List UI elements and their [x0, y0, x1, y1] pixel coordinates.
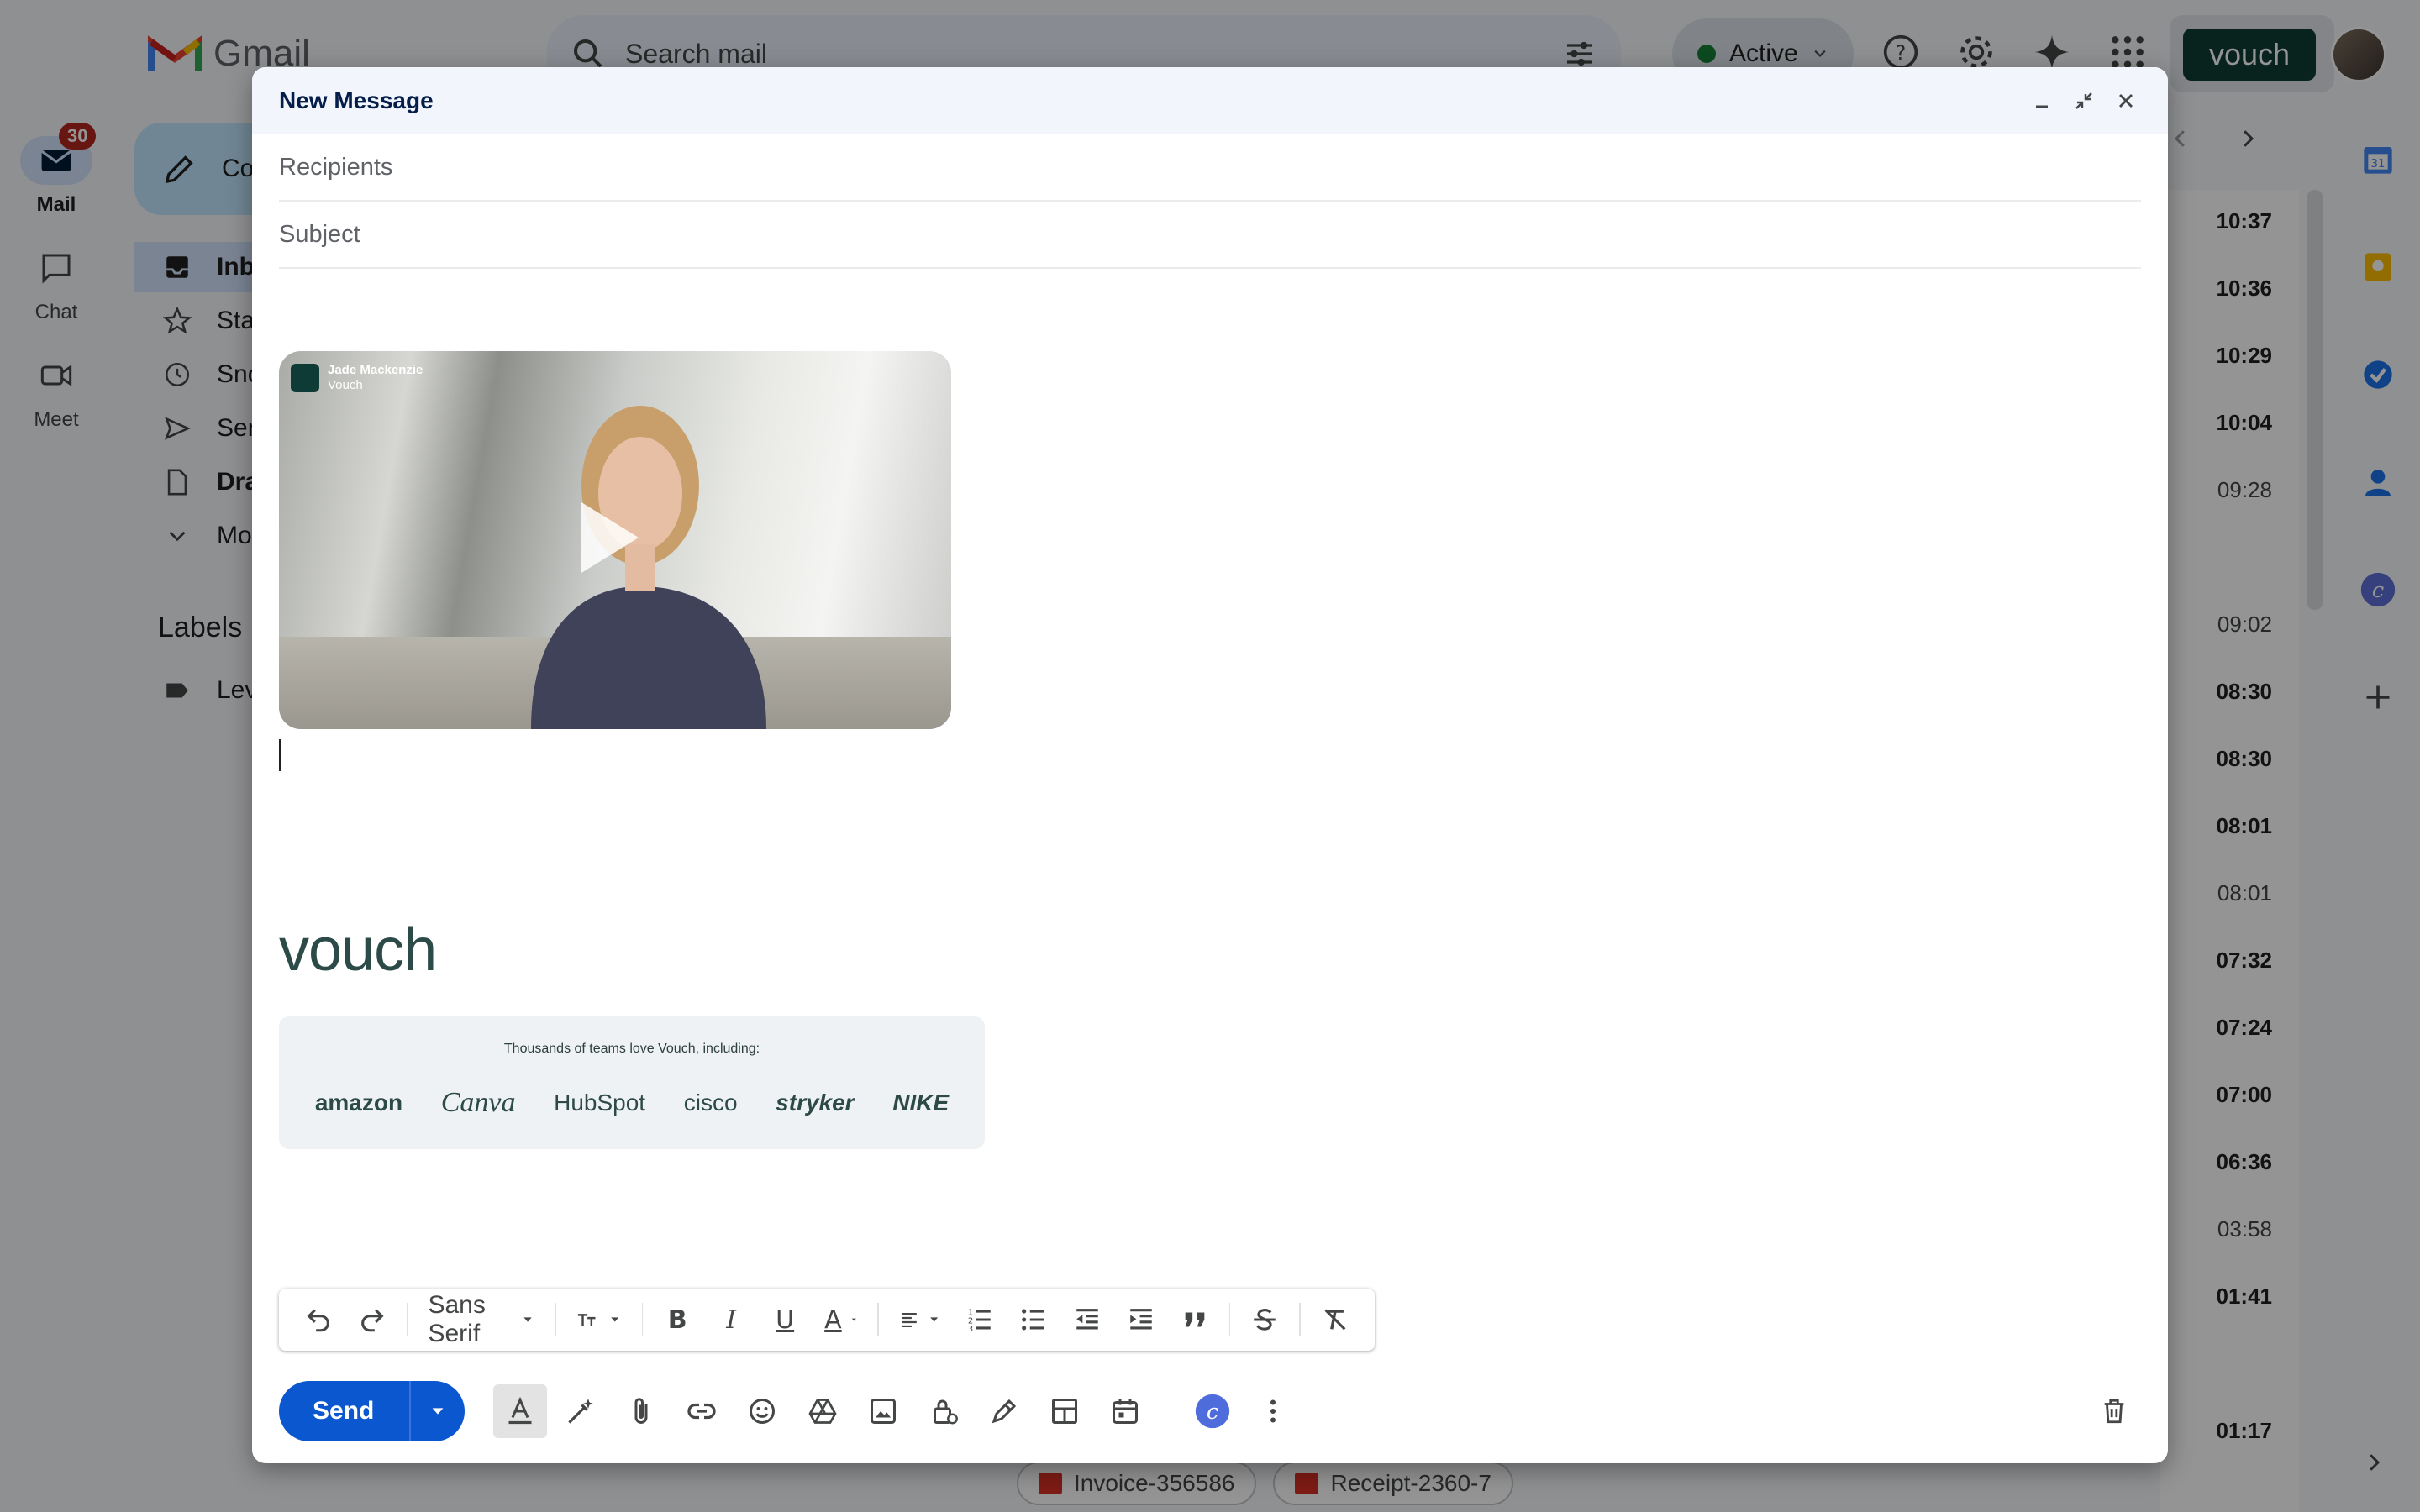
toolbar-divider — [555, 1303, 556, 1336]
insert-photo-icon[interactable] — [856, 1384, 910, 1438]
presenter-figure — [531, 406, 766, 729]
underline-icon[interactable]: U — [760, 1294, 809, 1345]
signature-caption: Thousands of teams love Vouch, including… — [503, 1042, 760, 1056]
font-family-value: Sans Serif — [428, 1291, 486, 1347]
caret-down-icon — [432, 1408, 444, 1415]
more-options-icon[interactable] — [1246, 1384, 1300, 1438]
ai-write-icon[interactable] — [554, 1384, 608, 1438]
amazon-logo: amazon — [314, 1089, 403, 1116]
indent-less-icon[interactable] — [1063, 1294, 1112, 1345]
send-button-group: Send — [279, 1381, 466, 1441]
attach-file-icon[interactable] — [614, 1384, 668, 1438]
text-color-icon: A — [824, 1305, 842, 1335]
canva-insert-icon[interactable]: c — [1186, 1384, 1239, 1438]
subject-field[interactable]: Subject — [279, 202, 2141, 269]
toolbar-divider — [641, 1303, 644, 1336]
subject-placeholder: Subject — [279, 220, 360, 248]
text-color-select[interactable]: A — [814, 1294, 867, 1345]
signature-pen-icon[interactable] — [977, 1384, 1031, 1438]
cisco-logo: cisco — [683, 1089, 738, 1116]
undo-icon[interactable] — [294, 1294, 343, 1345]
google-drive-icon[interactable] — [796, 1384, 850, 1438]
font-family-select[interactable]: Sans Serif — [418, 1291, 544, 1347]
indent-more-icon[interactable] — [1117, 1294, 1165, 1345]
presenter-company: Vouch — [328, 378, 363, 392]
redo-icon[interactable] — [348, 1294, 397, 1345]
send-button[interactable]: Send — [279, 1397, 409, 1425]
remove-formatting-icon[interactable] — [1311, 1294, 1360, 1345]
compose-dialog: New Message Recipients Subject Jade Mack… — [252, 67, 2168, 1463]
insert-link-icon[interactable] — [675, 1384, 729, 1438]
text-size-icon — [577, 1314, 596, 1326]
toolbar-divider — [1299, 1303, 1301, 1336]
recipients-field[interactable]: Recipients — [279, 134, 2141, 202]
insert-emoji-icon[interactable] — [735, 1384, 789, 1438]
stryker-logo: stryker — [776, 1089, 855, 1116]
numbered-list-icon[interactable]: 123 — [955, 1294, 1004, 1345]
presenter-name: Jade Mackenzie — [328, 363, 424, 377]
formatting-toolbar: Sans Serif B I U A 123 — [279, 1289, 1375, 1351]
svg-text:c: c — [1207, 1399, 1218, 1425]
layouts-icon[interactable] — [1038, 1384, 1092, 1438]
send-options-button[interactable] — [409, 1381, 465, 1441]
signature-banner: Thousands of teams love Vouch, including… — [279, 1016, 985, 1149]
video-thumbnail[interactable]: Jade Mackenzie Vouch — [279, 351, 951, 729]
formatting-options-icon[interactable] — [493, 1384, 548, 1438]
confidential-lock-icon[interactable] — [917, 1384, 971, 1438]
compose-title: New Message — [279, 87, 434, 113]
nike-logo: NIKE — [892, 1089, 950, 1116]
vouch-logo-icon — [291, 364, 319, 392]
caret-down-icon — [851, 1318, 856, 1321]
recipients-placeholder: Recipients — [279, 153, 393, 181]
strikethrough-icon[interactable] — [1240, 1294, 1289, 1345]
font-size-select[interactable] — [566, 1294, 632, 1345]
close-icon[interactable] — [2111, 86, 2141, 116]
toolbar-divider — [877, 1303, 879, 1336]
bold-icon[interactable]: B — [653, 1294, 702, 1345]
compose-bottom-bar: Send c — [279, 1381, 2141, 1441]
align-select[interactable] — [889, 1294, 950, 1345]
caret-down-icon — [523, 1317, 533, 1322]
svg-text:3: 3 — [968, 1325, 973, 1334]
discard-draft-trash-icon[interactable] — [2087, 1384, 2141, 1438]
minimize-icon[interactable] — [2027, 86, 2057, 116]
toolbar-divider — [1229, 1303, 1231, 1336]
caret-down-icon — [611, 1317, 619, 1322]
caret-down-icon — [929, 1317, 938, 1322]
toolbar-divider — [407, 1303, 408, 1336]
exit-full-screen-icon[interactable] — [2069, 86, 2099, 116]
customer-logos: amazon Canva HubSpot cisco stryker NIKE — [279, 1087, 985, 1119]
video-presenter-label: Jade Mackenzie Vouch — [291, 363, 423, 393]
hubspot-logo: HubSpot — [554, 1089, 646, 1116]
italic-icon[interactable]: I — [707, 1294, 755, 1345]
quote-icon[interactable] — [1171, 1294, 1219, 1345]
play-icon[interactable] — [581, 502, 639, 573]
align-left-icon — [901, 1312, 917, 1328]
text-cursor — [279, 739, 281, 771]
signature-logo: vouch — [279, 916, 437, 984]
compose-header: New Message — [252, 67, 2168, 134]
canva-logo: Canva — [440, 1087, 516, 1118]
schedule-calendar-icon[interactable] — [1098, 1384, 1152, 1438]
bulleted-list-icon[interactable] — [1009, 1294, 1058, 1345]
